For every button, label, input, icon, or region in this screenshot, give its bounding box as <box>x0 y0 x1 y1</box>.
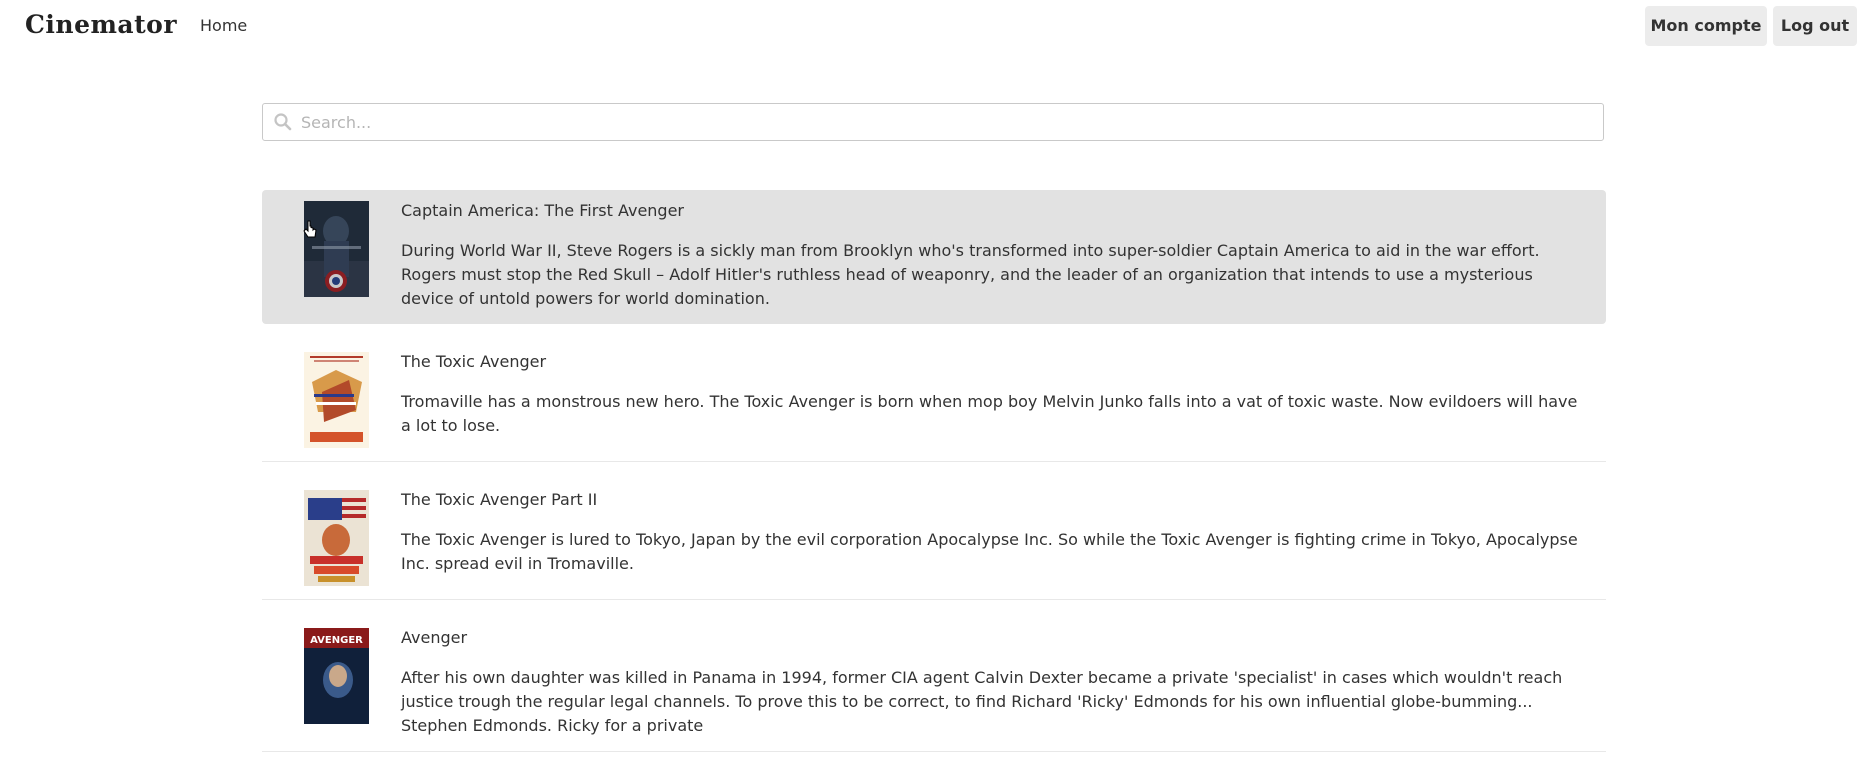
movie-item[interactable]: Captain America: The First Avenger Durin… <box>262 190 1606 324</box>
navbar: Cinemator Home Mon compte Log out <box>0 0 1866 52</box>
nav-link-home[interactable]: Home <box>200 16 247 35</box>
movie-description: After his own daughter was killed in Pan… <box>401 668 1563 735</box>
account-button[interactable]: Mon compte <box>1645 6 1767 46</box>
movie-item[interactable]: The Toxic Avenger Part II The Toxic Aven… <box>262 479 1606 600</box>
search-input[interactable] <box>301 104 1591 140</box>
movie-list: Captain America: The First Avenger Durin… <box>262 190 1606 769</box>
movie-poster[interactable] <box>304 201 369 297</box>
movie-poster[interactable]: AVENGER <box>304 628 369 724</box>
logout-button[interactable]: Log out <box>1773 6 1857 46</box>
poster-title-text: AVENGER <box>310 635 363 646</box>
movie-title: Avenger <box>401 628 468 647</box>
movie-description: During World War II, Steve Rogers is a s… <box>401 241 1540 308</box>
search-icon <box>273 112 293 132</box>
movie-item[interactable]: The Toxic Avenger Tromaville has a monst… <box>262 341 1606 462</box>
movie-poster[interactable] <box>304 352 369 448</box>
movie-description: The Toxic Avenger is lured to Tokyo, Jap… <box>401 530 1578 573</box>
brand-logo[interactable]: Cinemator <box>25 10 177 39</box>
movie-title: Captain America: The First Avenger <box>401 201 684 220</box>
mouse-cursor-icon <box>303 220 319 240</box>
movie-item[interactable]: AVENGER Avenger After his own daughter w… <box>262 617 1606 752</box>
search-box <box>262 103 1604 141</box>
movie-description: Tromaville has a monstrous new hero. The… <box>401 392 1578 435</box>
movie-title: The Toxic Avenger <box>401 352 547 371</box>
movie-poster[interactable] <box>304 490 369 586</box>
movie-title: The Toxic Avenger Part II <box>401 490 598 509</box>
